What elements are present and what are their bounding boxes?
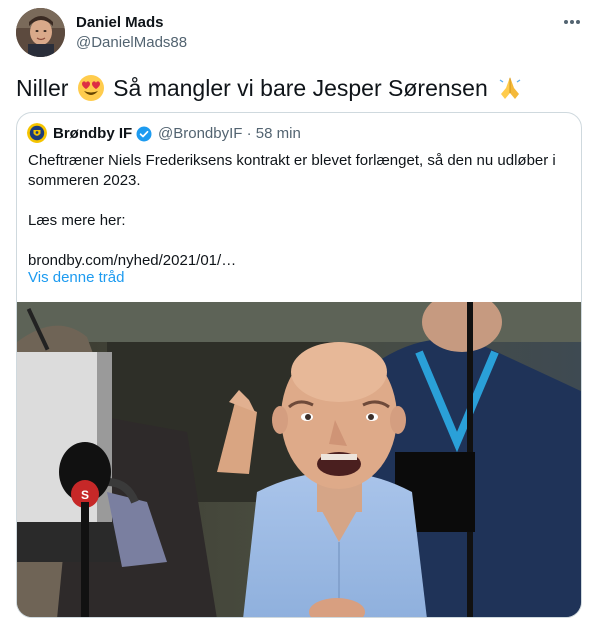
quoted-author-name[interactable]: Brøndby IF [53,124,132,144]
author-handle[interactable]: @DanielMads88 [76,33,187,53]
camera-logo-text: S [81,488,89,502]
more-options-icon[interactable] [561,12,583,32]
show-thread-link[interactable]: Vis denne tråd [28,268,124,288]
verified-badge-icon [136,126,152,142]
quoted-tweet-text: Cheftræner Niels Frederiksens kontrakt e… [28,151,573,271]
heart-eyes-emoji-icon [77,75,104,101]
quoted-tweet[interactable]: Brøndby IF @BrondbyIF · 58 min Cheftræne… [16,112,582,618]
tweet-text-part1: Niller [16,75,69,101]
tweet-text-part2: Så mangler vi bare Jesper Sørensen [113,75,488,101]
quoted-text-line2: Læs mere her: [28,212,126,229]
quoted-author-handle[interactable]: @BrondbyIF [158,125,242,142]
folded-hands-emoji-icon [499,77,521,99]
quoted-text-line1: Cheftræner Niels Frederiksens kontrakt e… [28,152,556,189]
tweet[interactable]: Daniel Mads @DanielMads88 Niller Så mang… [0,0,597,631]
brondby-logo-icon [27,123,47,143]
quoted-photo[interactable]: S [17,302,581,617]
author-name[interactable]: Daniel Mads [76,13,164,33]
quoted-timestamp[interactable]: 58 min [256,125,301,142]
tweet-text: Niller Så mangler vi bare Jesper Sørense… [16,72,526,104]
quoted-meta: @BrondbyIF · 58 min [158,124,301,144]
author-avatar[interactable] [16,8,65,57]
meta-separator: · [246,125,252,142]
